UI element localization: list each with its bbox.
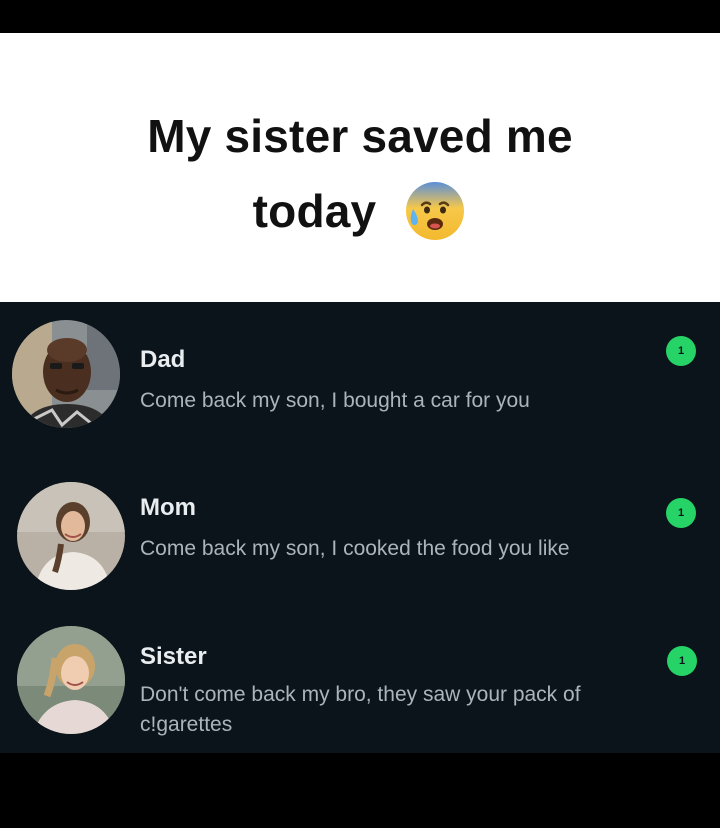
bottom-black-bar [0,753,720,828]
chat-item-sister[interactable]: Sister Don't come back my bro, they saw … [0,598,720,753]
chat-list: Dad Come back my son, I bought a car for… [0,302,720,753]
unread-badge: 1 [666,336,696,366]
anxious-face-with-sweat-icon [403,179,467,243]
message-preview: Come back my son, I bought a car for you [140,389,530,412]
caption-line-1: My sister saved me [147,110,573,162]
avatar-photo-icon[interactable] [17,482,125,590]
unread-badge: 1 [666,498,696,528]
message-preview: Don't come back my bro, they saw your pa… [140,683,581,736]
caption-line-2: today [252,185,377,237]
contact-name: Sister [140,643,207,670]
unread-badge: 1 [667,646,697,676]
caption-line-2-wrap: today [0,179,720,243]
avatar-photo-icon[interactable] [12,320,120,428]
chat-item-dad[interactable]: Dad Come back my son, I bought a car for… [0,302,720,450]
contact-name: Mom [140,494,196,521]
top-black-bar [0,0,720,33]
message-preview: Come back my son, I cooked the food you … [140,537,570,560]
chat-item-mom[interactable]: Mom Come back my son, I cooked the food … [0,450,720,598]
meme-caption: My sister saved me today [0,33,720,302]
contact-name: Dad [140,346,186,373]
avatar-photo-icon[interactable] [17,626,125,734]
